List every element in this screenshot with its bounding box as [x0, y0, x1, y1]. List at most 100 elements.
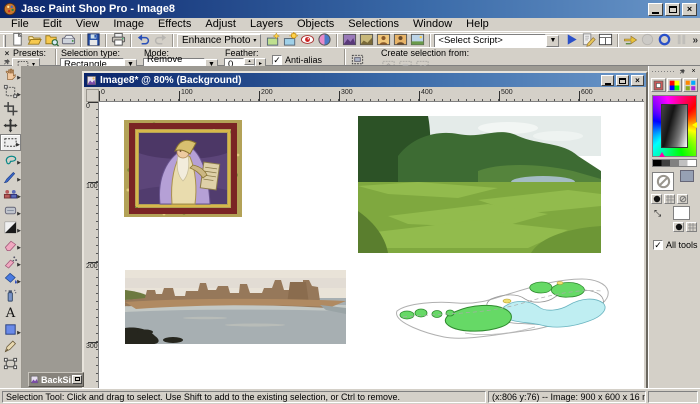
doc-maximize-button[interactable] [616, 75, 629, 86]
menu-layers[interactable]: Layers [243, 18, 290, 31]
menu-help[interactable]: Help [459, 18, 496, 31]
foreground-material[interactable] [652, 172, 674, 191]
portrait-sample-1-icon[interactable] [375, 32, 392, 47]
scratch-remover-tool-icon[interactable]: ▶ [0, 253, 21, 270]
menu-effects[interactable]: Effects [151, 18, 198, 31]
fade-correction-icon[interactable] [316, 32, 333, 47]
flyout-arrow-icon[interactable]: ▶ [17, 262, 21, 268]
freehand-selection-tool-icon[interactable]: ▶ [0, 151, 21, 168]
texture-sample-icon[interactable] [358, 32, 375, 47]
crop-tool-icon[interactable] [0, 100, 21, 117]
save-icon[interactable] [85, 32, 102, 47]
flyout-arrow-icon[interactable]: ▶ [16, 142, 20, 148]
flyout-arrow-icon[interactable]: ▶ [17, 330, 21, 336]
clone-brush-tool-icon[interactable]: ▶ [0, 185, 21, 202]
script-output-icon[interactable] [597, 32, 614, 47]
flyout-arrow-icon[interactable]: ▶ [17, 279, 21, 285]
paint-brush-tool-icon[interactable]: ▶ [0, 168, 21, 185]
minimized-restore-button[interactable] [72, 375, 82, 384]
toolbar-grip[interactable] [3, 35, 6, 47]
menu-window[interactable]: Window [406, 18, 459, 31]
flyout-arrow-icon[interactable]: ▶ [17, 160, 21, 166]
print-icon[interactable] [110, 32, 127, 47]
doc-minimize-button[interactable] [601, 75, 614, 86]
toolbar-overflow-chevron[interactable]: » [692, 35, 698, 46]
undo-icon[interactable] [135, 32, 152, 47]
background-properties-box[interactable] [673, 206, 690, 220]
airbrush-tool-icon[interactable] [0, 287, 21, 304]
background-material[interactable] [680, 170, 694, 182]
enhance-photo-button[interactable]: Enhance Photo ▾ [177, 34, 261, 48]
frame-tab[interactable] [651, 78, 666, 92]
flyout-arrow-icon[interactable]: ▶ [17, 211, 21, 217]
saturation-box[interactable] [661, 104, 688, 148]
image-window[interactable]: Image8* @ 80% (Background) × 01002003004… [82, 71, 648, 388]
record-script-icon[interactable] [656, 32, 673, 47]
menu-file[interactable]: File [4, 18, 36, 31]
automatic-color-balance-icon[interactable] [282, 32, 299, 47]
all-tools-checkbox[interactable]: ✓ [653, 240, 663, 250]
pen-tool-icon[interactable] [0, 338, 21, 355]
object-selector-tool-icon[interactable] [0, 355, 21, 372]
bg-color-style-button[interactable] [673, 222, 684, 232]
deform-tool-icon[interactable]: ▶ [0, 83, 21, 100]
custom-selection-icon[interactable] [349, 52, 366, 67]
menu-image[interactable]: Image [106, 18, 151, 31]
purple-frame-sample-icon[interactable] [341, 32, 358, 47]
menu-objects[interactable]: Objects [290, 18, 341, 31]
palette-pin-icon[interactable] [678, 67, 687, 76]
selection-tool-icon[interactable]: ▶ [0, 134, 21, 151]
mover-tool-icon[interactable] [0, 117, 21, 134]
color-picker[interactable] [652, 95, 697, 157]
one-step-photo-fix-icon[interactable] [265, 32, 282, 47]
script-select-dropdown-button[interactable]: ▼ [546, 35, 559, 47]
red-eye-removal-icon[interactable] [299, 32, 316, 47]
antialias-checkbox[interactable]: ✓ [272, 55, 282, 65]
rainbow-tab[interactable] [667, 78, 682, 92]
menu-view[interactable]: View [69, 18, 107, 31]
edit-script-icon[interactable] [580, 32, 597, 47]
close-button[interactable]: × [682, 3, 697, 16]
minimized-window-backsi[interactable]: BackSi [28, 372, 84, 387]
color-style-button[interactable] [651, 194, 662, 204]
palette-grip[interactable] [651, 70, 676, 74]
color-replacer-tool-icon[interactable]: ▶ [0, 202, 21, 219]
twain-acquire-icon[interactable] [60, 32, 77, 47]
preset-shape-tool-icon[interactable]: ▶ [0, 321, 21, 338]
script-select-combo[interactable]: <Select Script> [434, 34, 546, 48]
eraser-tool-icon[interactable]: ▶ [0, 236, 21, 253]
open-folder-icon[interactable] [26, 32, 43, 47]
flyout-arrow-icon[interactable]: ▶ [17, 92, 21, 98]
menu-edit[interactable]: Edit [36, 18, 69, 31]
menu-selections[interactable]: Selections [341, 18, 406, 31]
transparent-style-button[interactable] [677, 194, 688, 204]
browse-icon[interactable] [43, 32, 60, 47]
flyout-arrow-icon[interactable]: ▶ [17, 245, 21, 251]
portrait-sample-2-icon[interactable] [392, 32, 409, 47]
pin-icon[interactable] [3, 58, 11, 66]
image-canvas[interactable] [99, 102, 644, 388]
flyout-arrow-icon[interactable]: ▶ [17, 194, 21, 200]
image-window-titlebar[interactable]: Image8* @ 80% (Background) × [84, 73, 646, 87]
flyout-arrow-icon[interactable]: ▶ [17, 75, 21, 81]
landscape-sample-icon[interactable] [409, 32, 426, 47]
swatches-tab[interactable] [683, 78, 698, 92]
new-file-icon[interactable] [9, 32, 26, 47]
run-saved-script-icon[interactable] [622, 32, 639, 47]
flyout-arrow-icon[interactable]: ▶ [17, 228, 21, 234]
swap-colors-icon[interactable]: ⤡ [654, 208, 661, 219]
dodge-burn-tool-icon[interactable]: ▶ [0, 219, 21, 236]
run-script-icon[interactable] [563, 32, 580, 47]
minimize-button[interactable] [648, 3, 663, 16]
flyout-arrow-icon[interactable]: ▶ [17, 177, 21, 183]
grayscale-strip[interactable] [652, 159, 697, 167]
pan-tool-icon[interactable]: ▶ [0, 66, 21, 83]
maximize-button[interactable] [665, 3, 680, 16]
texture-style-button[interactable] [664, 194, 675, 204]
options-close-icon[interactable]: × [5, 50, 10, 57]
palette-close-icon[interactable]: × [689, 67, 698, 76]
bg-texture-style-button[interactable] [686, 222, 697, 232]
flood-fill-tool-icon[interactable]: ▶ [0, 270, 21, 287]
text-tool-icon[interactable]: A [0, 304, 21, 321]
doc-close-button[interactable]: × [631, 75, 644, 86]
